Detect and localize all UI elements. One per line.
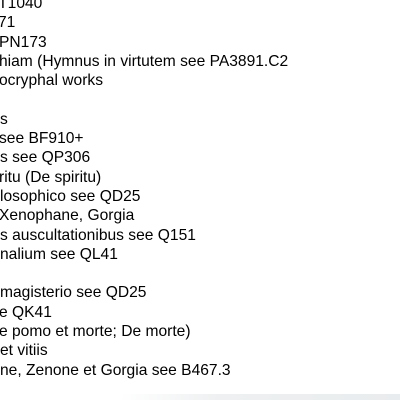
index-line: ritu (De spiritu) bbox=[0, 168, 102, 186]
index-line: magisterio see QD25 bbox=[0, 284, 147, 302]
index-line: 71 bbox=[0, 14, 16, 32]
index-line: PN173 bbox=[0, 33, 47, 51]
index-line: s bbox=[0, 110, 8, 128]
index-line: s auscultationibus see Q151 bbox=[0, 226, 196, 244]
index-line: losophico see QD25 bbox=[0, 187, 141, 205]
index-line: ocryphal works bbox=[0, 72, 103, 90]
index-line: et vitiis bbox=[0, 342, 48, 360]
index-line: Xenophane, Gorgia bbox=[0, 207, 135, 225]
index-line: e QK41 bbox=[0, 303, 52, 321]
index-page: GT1040 71 PN173 hiam (Hymnus in virtutem… bbox=[0, 0, 400, 380]
index-line bbox=[0, 90, 400, 109]
index-line bbox=[0, 264, 400, 283]
index-line: nalium see QL41 bbox=[0, 245, 118, 263]
index-line: see BF910+ bbox=[0, 130, 84, 148]
index-line: hiam (Hymnus in virtutem see PA3891.C2 bbox=[0, 52, 289, 70]
index-line: GT1040 bbox=[0, 0, 43, 12]
index-line: ne, Zenone et Gorgia see B467.3 bbox=[0, 361, 231, 379]
index-line: e pomo et morte; De morte) bbox=[0, 323, 191, 341]
index-line: s see QP306 bbox=[0, 149, 91, 167]
page-edge-shadow bbox=[0, 394, 400, 400]
